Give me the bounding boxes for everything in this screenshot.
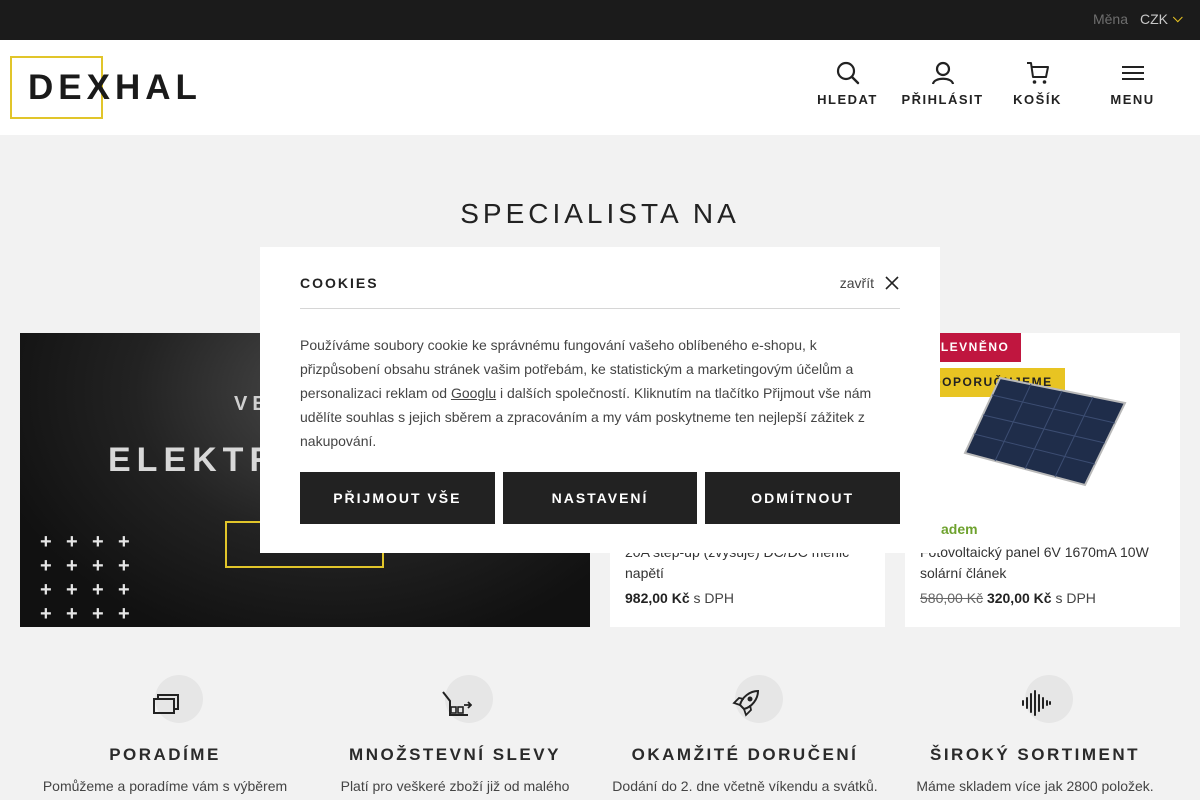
- cart-button[interactable]: KOŠÍK: [990, 60, 1085, 107]
- feature-item: PORADÍME Pomůžeme a poradíme vám s výběr…: [20, 675, 310, 794]
- menu-label: MENU: [1110, 92, 1155, 107]
- google-link[interactable]: Googlu: [451, 385, 496, 401]
- logo[interactable]: DEXHAL: [10, 56, 205, 119]
- top-bar: Měna CZK: [0, 0, 1200, 40]
- discount-chart-icon: [442, 691, 472, 716]
- product-price: 982,00 Kč s DPH: [625, 590, 734, 606]
- cart-icon: [1026, 62, 1049, 84]
- cookie-actions: PŘIJMOUT VŠE NASTAVENÍ ODMÍTNOUT: [300, 472, 901, 524]
- product-card[interactable]: ZLEVNĚNO DOPORUČUJEME Skladem Fotovoltai…: [905, 333, 1180, 627]
- login-button[interactable]: PŘIHLÁSIT: [895, 60, 990, 107]
- modal-title: COOKIES: [300, 275, 379, 291]
- logo-text: DEXHAL: [28, 68, 202, 107]
- feature-text: Pomůžeme a poradíme vám s výběrem: [42, 778, 288, 794]
- old-price: 580,00 Kč: [920, 590, 984, 606]
- header-nav: HLEDAT PŘIHLÁSIT KOŠÍK MENU: [800, 60, 1180, 107]
- cookie-text: Používáme soubory cookie ke správnému fu…: [300, 337, 872, 449]
- cart-label: KOŠÍK: [1013, 92, 1062, 107]
- feature-item: OKAMŽITÉ DORUČENÍ Dodání do 2. dne včetn…: [600, 675, 890, 794]
- feature-text: Dodání do 2. dne včetně víkendu a svátků…: [612, 778, 878, 794]
- solar-panel-image: [963, 376, 1127, 487]
- feature-title: ŠIROKÝ SORTIMENT: [929, 745, 1140, 764]
- search-icon: [836, 61, 859, 85]
- vat-label: s DPH: [693, 590, 734, 606]
- feature-title: OKAMŽITÉ DORUČENÍ: [631, 745, 859, 764]
- plus-pattern: + + + + + + + + + + + + + + + +: [40, 531, 130, 625]
- chevron-down-icon: [1172, 11, 1183, 22]
- accept-all-button[interactable]: PŘIJMOUT VŠE: [300, 472, 495, 524]
- search-label: HLEDAT: [817, 92, 878, 107]
- close-icon: [885, 276, 899, 290]
- hamburger-icon: [1121, 66, 1144, 80]
- site-header: DEXHAL HLEDAT PŘIHLÁSIT KOŠÍK MENU: [0, 40, 1200, 135]
- currency-dropdown[interactable]: CZK: [1140, 11, 1183, 27]
- chat-icon: [153, 694, 179, 714]
- cookie-modal: COOKIES zavřít Používáme soubory cookie …: [260, 247, 940, 553]
- close-button[interactable]: zavřít: [840, 275, 900, 291]
- login-label: PŘIHLÁSIT: [901, 92, 984, 107]
- feature-text: Platí pro veškeré zboží již od malého: [340, 778, 570, 794]
- feature-title: PORADÍME: [109, 745, 221, 764]
- current-price: 320,00 Kč: [986, 590, 1052, 606]
- currency-value: CZK: [1140, 11, 1168, 27]
- search-button[interactable]: HLEDAT: [800, 60, 895, 107]
- close-label: zavřít: [839, 275, 874, 291]
- feature-item: MNOŽSTEVNÍ SLEVY Platí pro veškeré zboží…: [310, 675, 600, 794]
- user-icon: [931, 61, 954, 85]
- product-price: 580,00 Kč 320,00 Kč s DPH: [920, 590, 1096, 606]
- menu-button[interactable]: MENU: [1085, 60, 1180, 107]
- modal-header: COOKIES zavřít: [300, 273, 900, 309]
- currency-label: Měna: [1092, 11, 1128, 27]
- rocket-icon: [732, 689, 760, 717]
- current-price: 982,00 Kč: [625, 590, 690, 606]
- settings-button[interactable]: NASTAVENÍ: [502, 472, 698, 524]
- banner-title: ELEKTR: [108, 441, 280, 479]
- currency-switcher: Měna CZK: [1092, 11, 1183, 27]
- soundwave-icon: [1022, 690, 1051, 716]
- features-row: PORADÍME Pomůžeme a poradíme vám s výběr…: [20, 675, 1180, 794]
- feature-text: Máme skladem více jak 2800 položek.: [916, 778, 1154, 794]
- reject-button[interactable]: ODMÍTNOUT: [705, 472, 901, 524]
- feature-item: ŠIROKÝ SORTIMENT Máme skladem více jak 2…: [890, 675, 1180, 794]
- feature-title: MNOŽSTEVNÍ SLEVY: [349, 745, 561, 764]
- product-name[interactable]: Fotovoltaický panel 6V 1670mA 10W solárn…: [920, 542, 1170, 584]
- vat-label: s DPH: [1055, 590, 1096, 606]
- hero-title: SPECIALISTA NA: [460, 198, 740, 229]
